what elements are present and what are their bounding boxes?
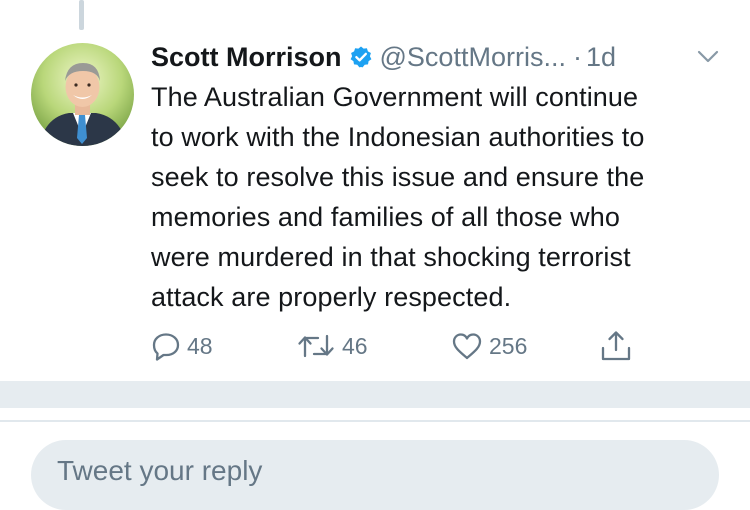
reply-button[interactable]: 48: [151, 326, 213, 366]
header-separator: ·: [572, 41, 582, 72]
author-name[interactable]: Scott Morrison: [151, 42, 342, 73]
reply-count: 48: [187, 332, 213, 359]
tweet-text: The Australian Government will continue …: [151, 82, 645, 312]
reply-placeholder: Tweet your reply: [57, 455, 263, 486]
chevron-down-icon[interactable]: [695, 44, 721, 70]
retweet-icon: [296, 331, 336, 361]
author-handle[interactable]: @ScottMorris...: [380, 42, 566, 73]
tweet-header: Scott Morrison @ScottMorris... · 1d: [151, 37, 616, 77]
avatar-photo: [31, 43, 134, 146]
avatar[interactable]: [31, 43, 134, 146]
like-icon: [451, 331, 483, 361]
thread-connector-line: [79, 0, 84, 30]
like-count: 256: [489, 332, 528, 359]
retweet-count: 46: [342, 332, 368, 359]
verified-badge-icon: [349, 45, 373, 69]
share-button[interactable]: [599, 326, 633, 366]
tweet-actions: 48 46 256: [151, 326, 651, 366]
reply-icon: [151, 331, 181, 361]
retweet-button[interactable]: 46: [296, 326, 368, 366]
like-button[interactable]: 256: [451, 326, 527, 366]
section-divider: [0, 381, 750, 408]
reply-input[interactable]: Tweet your reply: [31, 440, 719, 510]
tweet-timestamp[interactable]: 1d: [586, 42, 616, 73]
divider-line: [0, 420, 750, 422]
share-icon: [599, 329, 633, 363]
